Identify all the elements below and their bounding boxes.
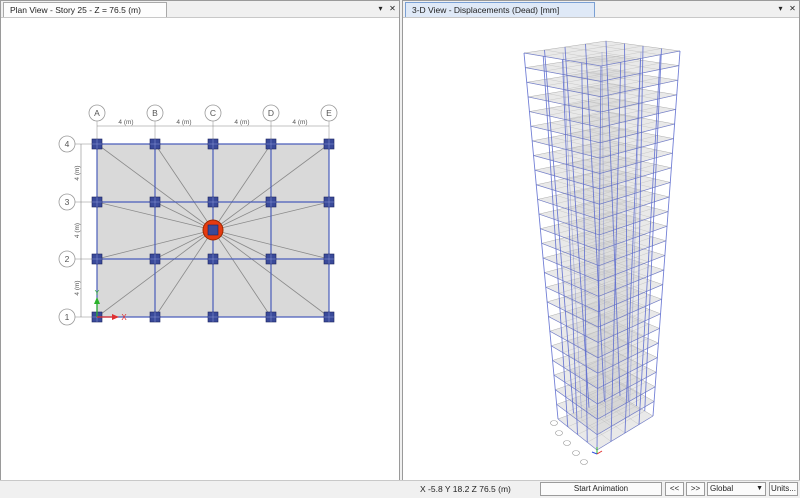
selected-column-marker <box>207 224 219 236</box>
3d-view-window: 3-D View - Displacements (Dead) [mm] ▾ ✕ <box>402 0 800 481</box>
grid-column-label: A <box>94 108 100 118</box>
column-spacing-label: 4 (m) <box>118 119 133 126</box>
row-spacing-label: 4 (m) <box>74 165 81 180</box>
grid-row-label: 4 <box>65 139 70 149</box>
y-axis-label: Y <box>95 290 100 297</box>
grid-row-label: 3 <box>65 197 70 207</box>
close-icon[interactable]: ✕ <box>787 2 798 16</box>
3d-building-model <box>523 40 681 465</box>
column-spacing-label: 4 (m) <box>292 119 307 126</box>
3d-view-canvas[interactable] <box>403 18 799 480</box>
grid-column-label: E <box>326 108 332 118</box>
units-button[interactable]: Units... <box>769 482 798 496</box>
status-bar: X -5.8 Y 18.2 Z 76.5 (m) Start Animation… <box>0 480 800 498</box>
3d-view-titlebar: 3-D View - Displacements (Dead) [mm] ▾ ✕ <box>403 1 799 18</box>
plan-view-tab[interactable]: Plan View - Story 25 - Z = 76.5 (m) <box>3 2 167 17</box>
close-icon[interactable]: ✕ <box>387 2 398 16</box>
grid-row-label: 1 <box>65 312 70 322</box>
3d-z-axis-icon <box>591 451 598 455</box>
grid-bubble-3d <box>580 459 588 465</box>
plan-view-window: Plan View - Story 25 - Z = 76.5 (m) ▾ ✕ … <box>0 0 400 481</box>
next-button[interactable]: >> <box>686 482 705 496</box>
start-animation-button[interactable]: Start Animation <box>540 482 662 496</box>
coordinate-system-select[interactable]: Global ▼ <box>707 482 766 496</box>
window-menu-icon[interactable]: ▾ <box>375 2 386 16</box>
chevron-down-icon: ▼ <box>756 485 763 492</box>
grid-bubble-3d <box>563 440 571 446</box>
row-spacing-label: 4 (m) <box>74 280 81 295</box>
x-axis-label: X <box>121 313 127 322</box>
grid-bubble-3d <box>550 420 558 426</box>
column-spacing-label: 4 (m) <box>234 119 249 126</box>
3d-x-axis-icon <box>596 450 603 455</box>
grid-row-label: 2 <box>65 254 70 264</box>
previous-button[interactable]: << <box>665 482 684 496</box>
plan-drawing: 4 (m) 4 (m) 4 (m) 4 (m) 4 (m) 4 (m) 4 (m) A B C D… <box>58 104 338 326</box>
row-spacing-label: 4 (m) <box>74 223 81 238</box>
grid-column-label: C <box>210 108 216 118</box>
grid-column-label: B <box>152 108 158 118</box>
plan-view-canvas[interactable]: 4 (m) 4 (m) 4 (m) 4 (m) 4 (m) 4 (m) 4 (m) A B C D… <box>1 18 399 480</box>
window-menu-icon[interactable]: ▾ <box>775 2 786 16</box>
column-spacing-label: 4 (m) <box>176 119 191 126</box>
3d-view-tab[interactable]: 3-D View - Displacements (Dead) [mm] <box>405 2 595 17</box>
grid-bubble-3d <box>555 430 563 436</box>
cursor-coordinates: X -5.8 Y 18.2 Z 76.5 (m) <box>420 484 511 494</box>
coordinate-system-value: Global <box>710 484 734 493</box>
grid-bubble-3d <box>572 450 580 456</box>
plan-view-titlebar: Plan View - Story 25 - Z = 76.5 (m) ▾ ✕ <box>1 1 399 18</box>
grid-column-label: D <box>268 108 274 118</box>
